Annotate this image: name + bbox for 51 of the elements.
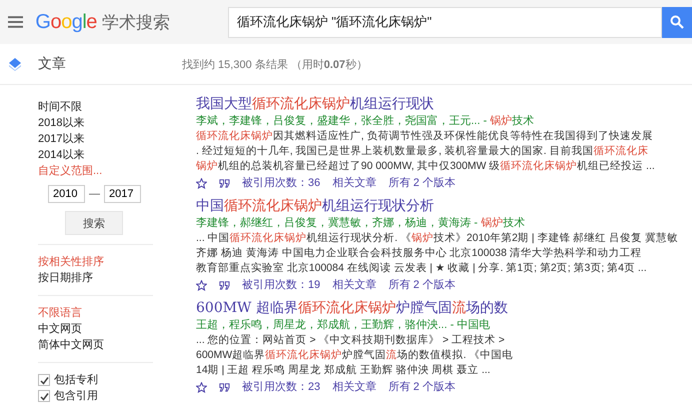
checkbox[interactable] <box>38 374 50 386</box>
versions-link[interactable]: 所有 2 个版本 <box>388 277 456 293</box>
quote-icon[interactable] <box>219 382 230 392</box>
cited-by-link[interactable]: 被引用次数：36 <box>242 175 320 191</box>
related-articles-link[interactable]: 相关文章 <box>332 379 376 395</box>
result-title-link[interactable]: 我国大型循环流化床锅炉机组运行现状 <box>196 95 678 114</box>
checkbox-label[interactable]: 包含引用 <box>54 388 98 404</box>
result-authors: 李建锋，郝继红，吕俊复，冀慧敏，齐娜，杨迪，黄海涛 - 锅炉技术 <box>196 216 526 231</box>
cited-by-link[interactable]: 被引用次数：23 <box>242 379 320 395</box>
search-field[interactable]: 循环流化床锅炉 "循环流化床锅炉" <box>228 6 662 38</box>
versions-link[interactable]: 所有 2 个版本 <box>388 379 456 395</box>
year-from-field[interactable]: 2010 <box>48 185 85 203</box>
filter-link[interactable]: 不限语言 <box>38 305 160 321</box>
filter-link[interactable]: 按日期排序 <box>38 270 160 286</box>
filter-link[interactable]: 按相关性排序 <box>38 254 160 270</box>
star-icon[interactable] <box>196 178 207 188</box>
filter-link[interactable]: 自定义范围... <box>38 163 160 179</box>
section-title: 文章 <box>38 55 67 73</box>
search-icon <box>670 15 684 29</box>
result-snippet: ... 中国循环流化床锅炉机组运行现状分析. 《锅炉技术》2010年第2期 | 李建锋 郝继红 吕俊复 冀慧敏 齐娜 杨迪 黄海涛 中国电力企业联合会科技服务中心 北京100038 清华大学热科学和动力工程 教育部重点实验室 北京100084 在线阅读 云发表 | ★ 收藏 | 分享. 第1页; 第2页; 第3页; 第4页 ... <box>196 231 678 276</box>
search-button[interactable] <box>662 6 692 38</box>
related-articles-link[interactable]: 相关文章 <box>332 175 376 191</box>
quote-icon[interactable] <box>219 280 230 290</box>
result-snippet: ... 您的位置：网站首页 > 《中文科技期刊数据库》 > 工程技术 > 600MW超临界循环流化床锅炉炉膛气固流场的数值模拟. 《中国电 14期 | 王超 程乐鸣 周星龙 郑成航 王勤辉 骆仲泱 周棋 聂立 ... <box>196 333 514 378</box>
range-separator: — <box>89 188 100 200</box>
cited-by-link[interactable]: 被引用次数：19 <box>242 277 320 293</box>
star-icon[interactable] <box>196 382 207 392</box>
filter-link[interactable]: 2017以来 <box>38 131 160 147</box>
star-icon[interactable] <box>196 280 207 290</box>
search-button[interactable]: 搜索 <box>65 211 123 235</box>
filter-link[interactable]: 中文网页 <box>38 321 160 337</box>
menu-icon[interactable] <box>8 16 24 28</box>
result-title-link[interactable]: 600MW 超临界循环流化床锅炉炉膛气固流场的数 <box>196 299 678 318</box>
filter-link[interactable]: 2018以来 <box>38 115 160 131</box>
result-authors: 王超，程乐鸣，周星龙，郑成航，王勤辉，骆仲泱... - 中国电 <box>196 318 491 333</box>
filter-link[interactable]: 时间不限 <box>38 99 160 115</box>
versions-link[interactable]: 所有 2 个版本 <box>388 175 456 191</box>
checkbox-label[interactable]: 包括专利 <box>54 372 98 388</box>
related-articles-link[interactable]: 相关文章 <box>332 277 376 293</box>
filter-link[interactable]: 2014以来 <box>38 147 160 163</box>
layers-icon <box>8 57 22 71</box>
result-stats: 找到约 15,300 条结果 （用时0.07秒） <box>182 58 368 72</box>
logo[interactable]: Google <box>35 10 97 34</box>
result-title-link[interactable]: 中国循环流化床锅炉机组运行现状分析 <box>196 197 678 216</box>
checkbox[interactable] <box>38 390 50 402</box>
result-authors: 李斌，李建锋，吕俊复，盛建华，张全胜，尧国富，王元... - 锅炉技术 <box>196 114 535 129</box>
product-name: 学术搜索 <box>102 12 171 34</box>
filter-link[interactable]: 简体中文网页 <box>38 337 160 353</box>
quote-icon[interactable] <box>219 178 230 188</box>
year-to-field[interactable]: 2017 <box>104 185 141 203</box>
result-snippet: 循环流化床锅炉因其燃料适应性广, 负荷调节性强及环保性能优良等特性在我国得到了快速发展 . 经过短短的十几年, 我国已是世界上装机数量最多, 装机容量最大的国家. 目前我国循环流化床 锅炉机组的总装机容量已经超过了90 000MW, 其中仅300MW 级循环流化床锅炉机组已经投运 ... <box>196 129 656 174</box>
